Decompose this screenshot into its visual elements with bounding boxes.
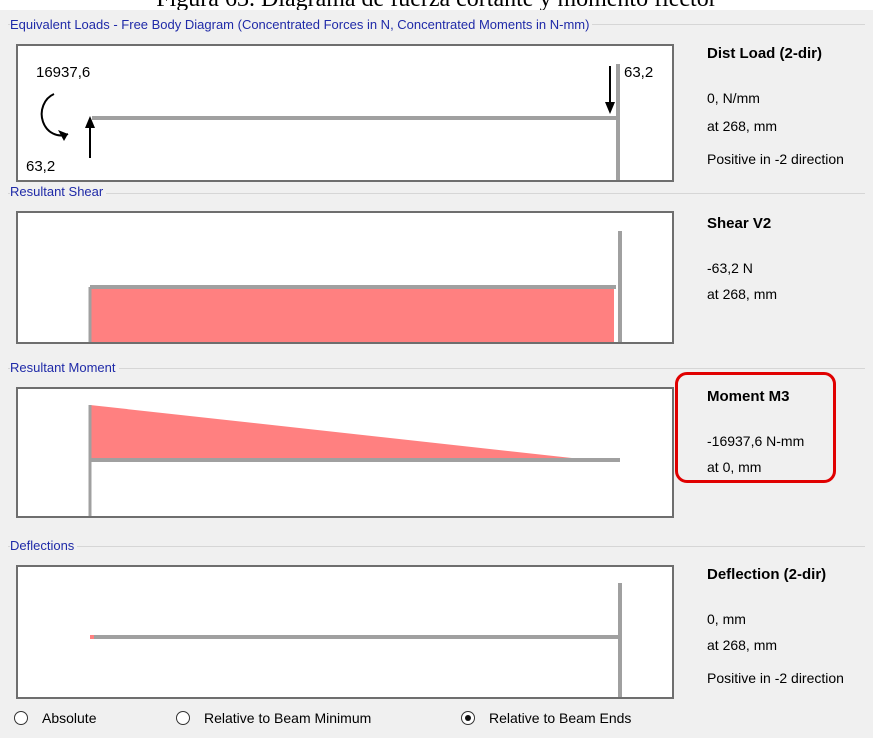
radio-relative-minimum-label: Relative to Beam Minimum [204,710,372,726]
load-location: at 268, mm [707,118,778,134]
radio-button-icon[interactable] [176,711,190,725]
moment-diagram-panel [16,387,674,518]
group-title-moment: Resultant Moment [10,360,119,375]
moment-diagram [88,405,620,516]
deflection-diagram [90,583,622,697]
moment-value-label: 16937,6 [36,64,91,81]
load-title: Dist Load (2-dir) [707,45,822,62]
free-body-diagram-panel: 16937,6 63,2 63,2 [16,44,674,182]
shear-diagram [88,231,622,342]
deflection-title: Deflection (2-dir) [707,566,827,583]
group-title-shear: Resultant Shear [10,184,107,199]
radio-absolute-label: Absolute [42,710,97,726]
shear-value: -63,2 N [707,260,753,276]
deflection-location: at 268, mm [707,637,778,653]
load-direction-note: Positive in -2 direction [707,151,844,167]
right-force-arrowhead-icon [605,102,615,114]
group-title-deflections: Deflections [10,538,78,553]
radio-button-icon[interactable] [14,711,28,725]
radio-absolute[interactable]: Absolute [14,710,96,726]
moment-location: at 0, mm [707,459,762,475]
group-divider [8,193,865,194]
load-value: 0, N/mm [707,90,760,106]
radio-relative-minimum[interactable]: Relative to Beam Minimum [176,710,371,726]
radio-relative-ends-label: Relative to Beam Ends [489,710,632,726]
moment-value: -16937,6 N-mm [707,433,805,449]
shear-title: Shear V2 [707,215,772,232]
moment-area [90,405,590,460]
free-body-diagram [40,64,620,180]
right-force-label: 63,2 [624,64,654,81]
left-force-label: 63,2 [26,158,56,175]
moment-arc-icon [40,93,69,137]
figure-caption: Figura 63. Diagrama de fuerza cortante y… [0,0,873,10]
group-divider [8,368,865,369]
shear-location: at 268, mm [707,286,778,302]
deflection-value: 0, mm [707,611,746,627]
shear-diagram-panel [16,211,674,344]
shear-area [90,287,614,342]
radio-button-selected-icon[interactable] [461,711,475,725]
moment-title: Moment M3 [707,388,790,405]
group-divider [8,546,865,547]
group-title-equivalent-loads: Equivalent Loads - Free Body Diagram (Co… [10,17,593,32]
deflection-direction-note: Positive in -2 direction [707,670,844,686]
radio-relative-ends[interactable]: Relative to Beam Ends [461,710,631,726]
deflection-diagram-panel [16,565,674,699]
